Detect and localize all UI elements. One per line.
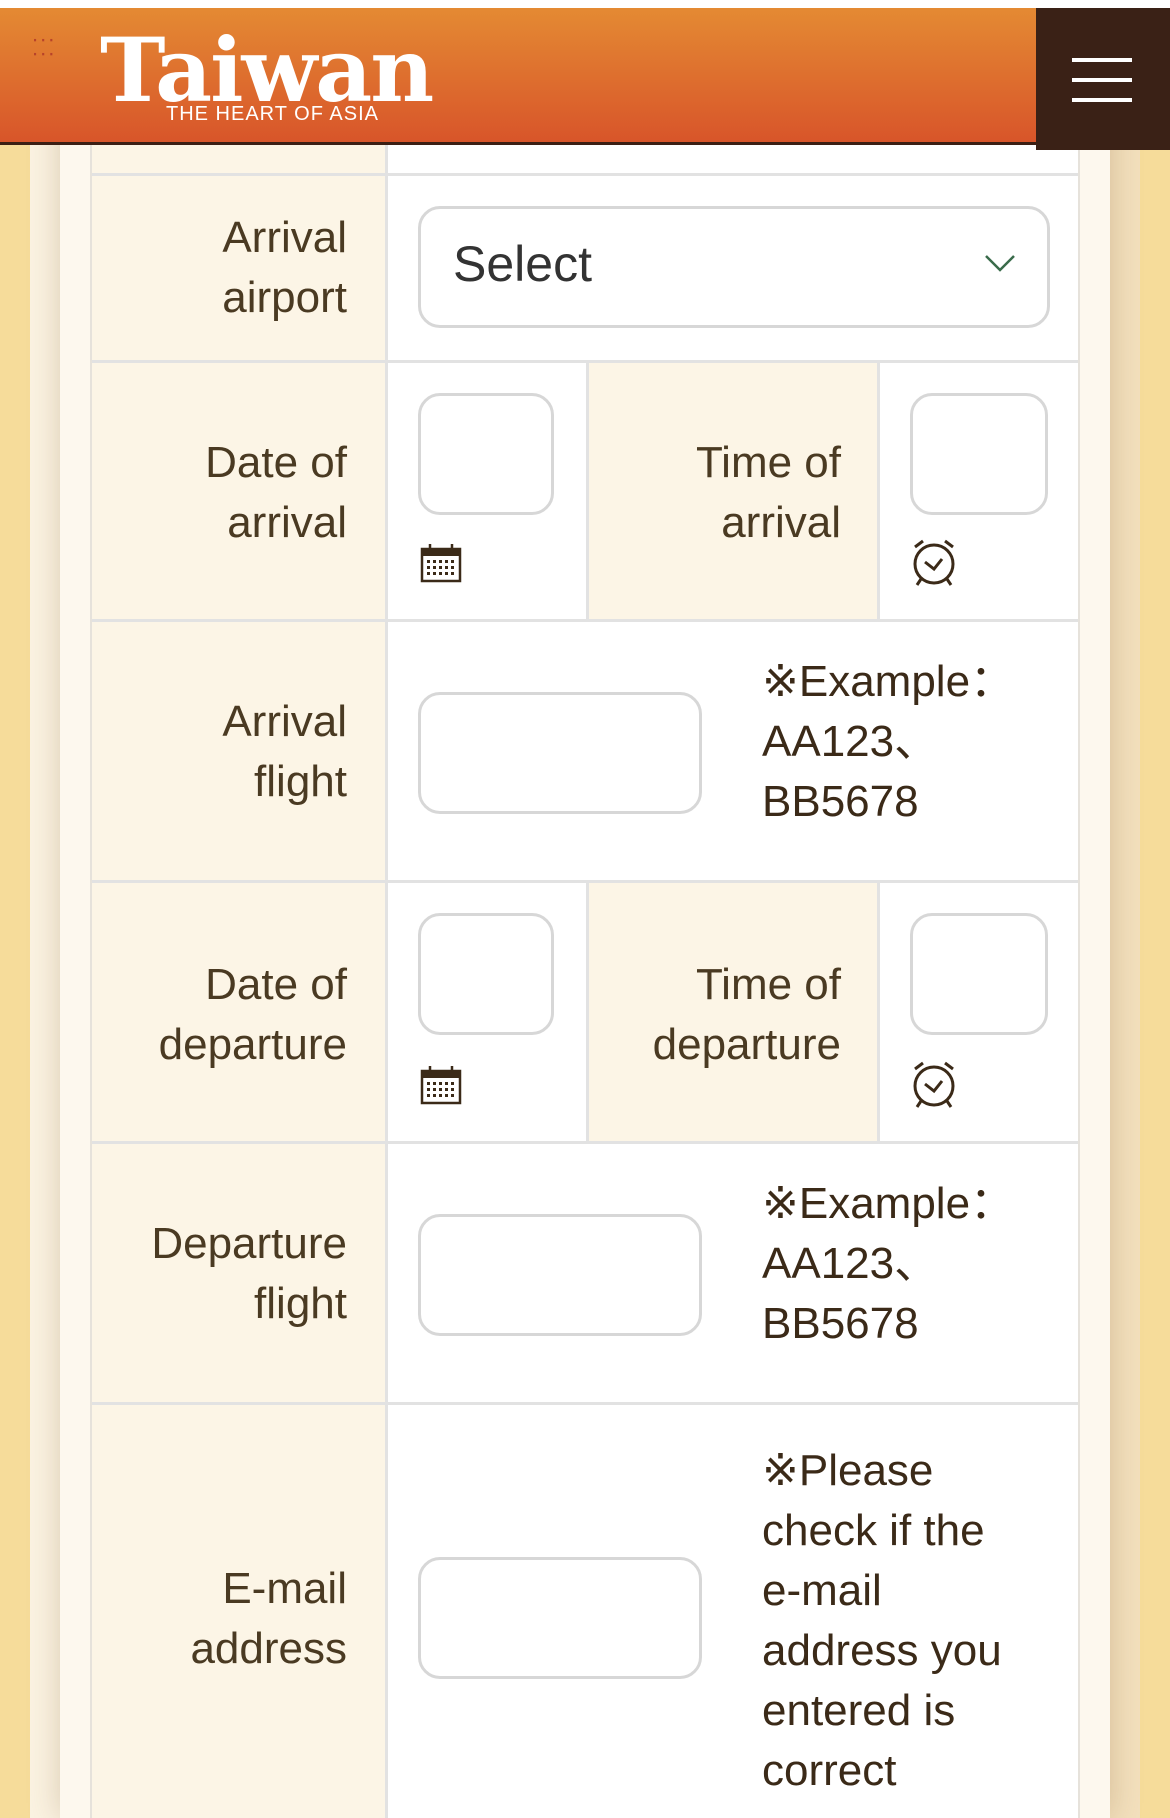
departure-flight-input[interactable]	[418, 1214, 702, 1336]
date-of-arrival-label-cell: Date of arrival	[92, 363, 388, 619]
form-row-departure-flight: Departure flight ※Example： AA123、 BB5678	[92, 1141, 1078, 1402]
alarm-clock-icon[interactable]	[910, 1059, 958, 1109]
chevron-down-icon	[985, 255, 1015, 272]
arrival-flight-example-note: ※Example： AA123、 BB5678	[762, 657, 1015, 826]
form-row-previous-label	[92, 145, 388, 173]
hamburger-icon-bar	[1072, 78, 1132, 82]
calendar-icon[interactable]	[420, 543, 462, 583]
alarm-clock-icon[interactable]	[910, 537, 958, 587]
hamburger-icon-bar	[1072, 98, 1132, 102]
email-label: E-mail address	[190, 1564, 347, 1673]
time-of-departure-label: Time of departure	[652, 960, 841, 1069]
email-label-cell: E-mail address	[92, 1405, 388, 1818]
calendar-icon[interactable]	[420, 1065, 462, 1105]
form-row-previous	[92, 145, 1078, 173]
site-logo-subtitle: THE HEART OF ASIA	[166, 103, 379, 125]
arrival-airport-select[interactable]: Select	[418, 206, 1050, 328]
hamburger-icon-bar	[1072, 58, 1132, 62]
time-of-departure-label-cell: Time of departure	[586, 883, 880, 1141]
trip-form: Arrival airport Select Date of arrival T…	[90, 145, 1080, 1818]
departure-flight-label: Departure flight	[151, 1219, 347, 1328]
time-of-arrival-input[interactable]	[910, 393, 1048, 515]
date-of-departure-label-cell: Date of departure	[92, 883, 388, 1141]
form-row-email: E-mail address ※Please check if the e-ma…	[92, 1402, 1078, 1818]
form-row-arrival-datetime: Date of arrival Time of arrival	[92, 360, 1078, 619]
date-of-arrival-input[interactable]	[418, 393, 554, 515]
site-header: ∙∙∙ ∙∙∙ Taiwan THE HEART OF ASIA	[0, 0, 1170, 150]
time-of-arrival-label: Time of arrival	[695, 438, 841, 547]
time-of-arrival-label-cell: Time of arrival	[586, 363, 880, 619]
arrival-airport-label: Arrival airport	[222, 213, 347, 322]
arrival-flight-label-cell: Arrival flight	[92, 622, 388, 880]
hamburger-menu-button[interactable]	[1036, 8, 1170, 150]
time-of-departure-input[interactable]	[910, 913, 1048, 1035]
date-of-arrival-label: Date of arrival	[205, 438, 347, 547]
arrival-airport-label-cell: Arrival airport	[92, 176, 388, 360]
form-row-arrival-airport: Arrival airport Select	[92, 173, 1078, 360]
departure-flight-example-note: ※Example： AA123、 BB5678	[762, 1179, 1015, 1348]
arrival-flight-input[interactable]	[418, 692, 702, 814]
form-row-departure-datetime: Date of departure Time of departure	[92, 880, 1078, 1141]
arrival-flight-label: Arrival flight	[222, 697, 347, 806]
date-of-departure-label: Date of departure	[158, 960, 347, 1069]
email-check-note: ※Please check if the e-mail address you …	[762, 1446, 1002, 1795]
departure-flight-label-cell: Departure flight	[92, 1144, 388, 1402]
arrival-airport-select-value: Select	[453, 236, 592, 292]
date-of-departure-input[interactable]	[418, 913, 554, 1035]
form-row-arrival-flight: Arrival flight ※Example： AA123、 BB5678	[92, 619, 1078, 880]
logo-dots: ∙∙∙ ∙∙∙	[32, 26, 57, 65]
email-input[interactable]	[418, 1557, 702, 1679]
